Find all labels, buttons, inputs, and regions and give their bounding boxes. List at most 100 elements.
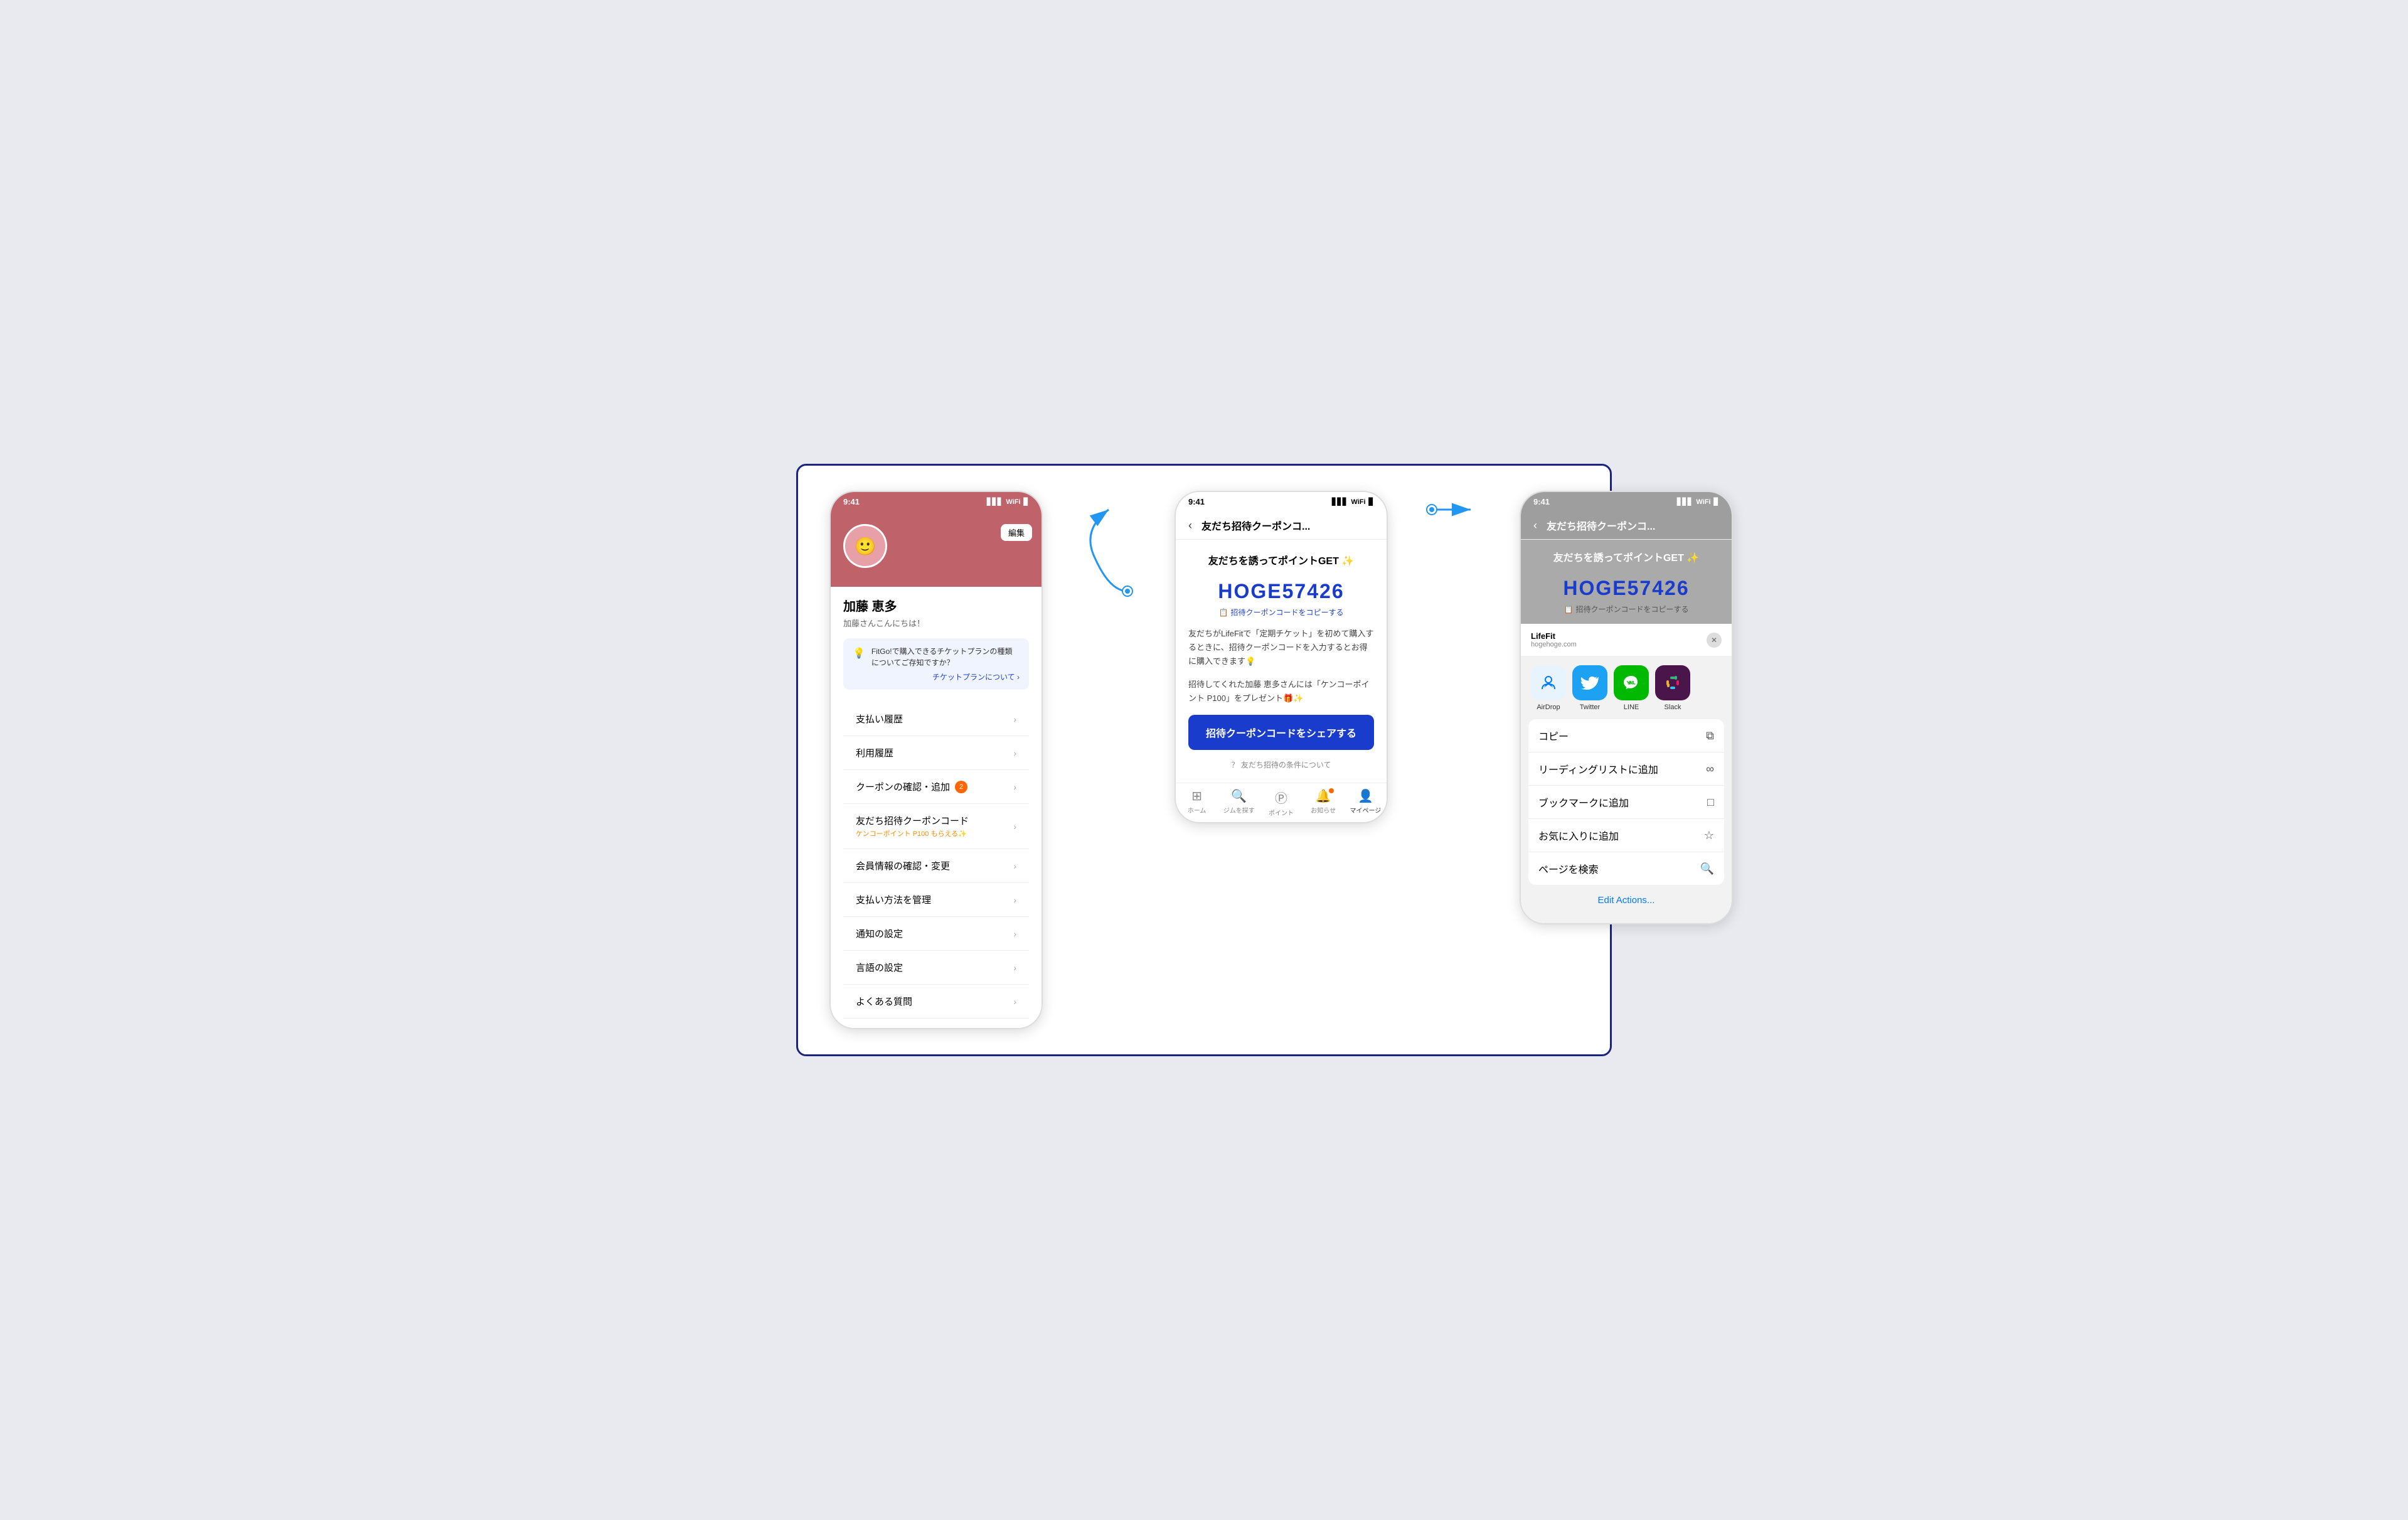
status-icons-3: ▋▋▋ WiFi ▊ xyxy=(1677,498,1719,506)
points-icon-2: Ⓟ xyxy=(1275,788,1287,806)
copy-link-3: 📋 招待クーポンコードをコピーする xyxy=(1533,604,1719,614)
menu-label-usage-history: 利用履歴 xyxy=(856,746,893,759)
arrow1-svg xyxy=(1080,491,1137,616)
tab-gym-label-2: ジムを探す xyxy=(1223,805,1255,815)
condition-icon-2: ？ xyxy=(1231,761,1239,769)
share-button-2[interactable]: 招待クーポンコードをシェアする xyxy=(1188,715,1374,750)
slack-icon xyxy=(1655,665,1690,700)
tab-gym-2[interactable]: 🔍 ジムを探す xyxy=(1218,788,1260,817)
chevron-icon-8: › xyxy=(1013,963,1016,973)
gym-icon-2: 🔍 xyxy=(1231,788,1247,804)
menu-item-usage-history[interactable]: 利用履歴 › xyxy=(843,736,1029,770)
menu-item-notifications[interactable]: 通知の設定 › xyxy=(843,917,1029,951)
sheet-app-url: hogehoge.com xyxy=(1531,641,1577,648)
twitter-label: Twitter xyxy=(1580,704,1600,711)
condition-text-2: 友だち招待の条件について xyxy=(1241,761,1331,769)
copy-icon-2: 📋 xyxy=(1219,608,1228,617)
screen3-content-area: 友だちを誘ってポイントGET ✨ HOGE57426 📋 招待クーポンコードをコ… xyxy=(1521,540,1732,624)
back-button-2[interactable]: ‹ xyxy=(1188,519,1192,532)
action-bookmark[interactable]: ブックマークに追加 □ xyxy=(1528,786,1724,819)
tip-content: FitGo!で購入できるチケットプランの種類についてご存知ですか？ チケットプラ… xyxy=(871,646,1020,682)
dimmed-coupon-area: 友だちを誘ってポイントGET ✨ HOGE57426 📋 招待クーポンコードをコ… xyxy=(1521,540,1732,624)
chevron-icon-3: › xyxy=(1013,782,1016,792)
notifications-label: 通知の設定 xyxy=(856,927,903,940)
profile-body: 加藤 恵多 加藤さんこんにちは！ 💡 FitGo!で購入できるチケットプランの種… xyxy=(831,587,1042,1028)
action-favorites[interactable]: お気に入りに追加 ☆ xyxy=(1528,819,1724,852)
menu-item-friend-coupon[interactable]: 友だち招待クーポンコード ケンコーポイント P100 もらえる✨ › xyxy=(843,804,1029,849)
arrow1-area xyxy=(1080,491,1137,616)
battery-icon-1: ▊ xyxy=(1024,498,1029,506)
coupon-desc1-2: 友だちがLifeFitで「定期チケット」を初めて購入するときに、招待クーポンコー… xyxy=(1188,627,1374,668)
edit-button[interactable]: 編集 xyxy=(1001,524,1032,541)
tip-link[interactable]: チケットプランについて › xyxy=(871,672,1020,682)
friend-condition-2[interactable]: ？ 友だち招待の条件について xyxy=(1188,759,1374,770)
chevron-icon-5: › xyxy=(1013,861,1016,871)
nav-bar-2: ‹ 友だち招待クーポンコ... xyxy=(1176,511,1387,540)
tab-news-2[interactable]: 🔔 お知らせ xyxy=(1303,788,1345,817)
twitter-icon xyxy=(1572,665,1607,700)
status-icons-1: ▋▋▋ WiFi ▊ xyxy=(987,498,1029,506)
menu-item-faq[interactable]: よくある質問 › xyxy=(843,985,1029,1019)
coupon-code-box-2: HOGE57426 📋 招待クーポンコードをコピーする xyxy=(1188,580,1374,618)
battery-icon-2: ▊ xyxy=(1369,498,1374,506)
action-reading-list-label: リーディングリストに追加 xyxy=(1538,761,1658,776)
tip-box: 💡 FitGo!で購入できるチケットプランの種類についてご存知ですか？ チケット… xyxy=(843,638,1029,690)
time-3: 9:41 xyxy=(1533,497,1550,506)
arrow2-area xyxy=(1425,491,1482,528)
copy-link-2[interactable]: 📋 招待クーポンコードをコピーする xyxy=(1188,607,1374,618)
airdrop-icon xyxy=(1531,665,1566,700)
chevron-icon-2: › xyxy=(1013,748,1016,758)
menu-item-member-info[interactable]: 会員情報の確認・変更 › xyxy=(843,849,1029,883)
wifi-icon-2: WiFi xyxy=(1351,498,1365,506)
share-app-airdrop[interactable]: AirDrop xyxy=(1531,665,1566,711)
tab-points-2[interactable]: Ⓟ ポイント xyxy=(1260,788,1302,817)
tab-mypage-2[interactable]: 👤 マイページ xyxy=(1345,788,1387,817)
tab-home-2[interactable]: ⊞ ホーム xyxy=(1176,788,1218,817)
nav-title-2: 友だち招待クーポンコ... xyxy=(1201,518,1310,533)
line-icon xyxy=(1614,665,1649,700)
status-bar-1: 9:41 ▋▋▋ WiFi ▊ xyxy=(831,492,1042,511)
share-app-twitter[interactable]: Twitter xyxy=(1572,665,1607,711)
menu-item-payment-method[interactable]: 支払い方法を管理 › xyxy=(843,883,1029,917)
signal-icon-2: ▋▋▋ xyxy=(1332,498,1348,506)
action-search-page[interactable]: ページを検索 🔍 xyxy=(1528,852,1724,885)
share-app-slack[interactable]: Slack xyxy=(1655,665,1690,711)
nav-bar-3: ‹ 友だち招待クーポンコ... xyxy=(1521,511,1732,540)
nav-title-3: 友だち招待クーポンコ... xyxy=(1547,518,1655,533)
copy-text-3: 招待クーポンコードをコピーする xyxy=(1575,604,1688,614)
share-app-line[interactable]: LINE xyxy=(1614,665,1649,711)
menu-item-language[interactable]: 言語の設定 › xyxy=(843,951,1029,985)
chevron-icon-7: › xyxy=(1013,929,1016,939)
edit-actions-link[interactable]: Edit Actions... xyxy=(1521,890,1732,911)
wifi-icon-3: WiFi xyxy=(1696,498,1710,506)
sheet-actions: コピー ⧉ リーディングリストに追加 ∞ ブックマークに追加 □ お気に入りに追… xyxy=(1528,719,1724,885)
avatar: 🙂 xyxy=(843,524,887,568)
coupon-headline-3: 友だちを誘ってポイントGET ✨ xyxy=(1533,549,1719,564)
menu-item-coupon[interactable]: クーポンの確認・追加 2 › xyxy=(843,770,1029,804)
back-button-3[interactable]: ‹ xyxy=(1533,519,1537,532)
home-icon-2: ⊞ xyxy=(1191,788,1202,804)
action-copy[interactable]: コピー ⧉ xyxy=(1528,719,1724,752)
menu-list: 支払い履歴 › 利用履歴 › クーポンの確認・追加 2 › 友だち招待クー xyxy=(843,702,1029,1019)
glasses-action-icon: ∞ xyxy=(1706,763,1714,776)
notification-dot-2 xyxy=(1329,788,1334,793)
coupon-badge: 2 xyxy=(955,781,967,793)
time-1: 9:41 xyxy=(843,497,860,506)
status-bar-2: 9:41 ▋▋▋ WiFi ▊ xyxy=(1176,492,1387,511)
share-sheet: LifeFit hogehoge.com ✕ Ai xyxy=(1521,624,1732,923)
action-reading-list[interactable]: リーディングリストに追加 ∞ xyxy=(1528,752,1724,786)
menu-label-payment-history: 支払い履歴 xyxy=(856,712,903,725)
signal-icon-1: ▋▋▋ xyxy=(987,498,1003,506)
tip-icon: 💡 xyxy=(853,647,865,660)
member-info-label: 会員情報の確認・変更 xyxy=(856,859,950,872)
slack-label: Slack xyxy=(1665,704,1681,711)
profile-greeting: 加藤さんこんにちは！ xyxy=(843,617,1029,629)
action-bookmark-label: ブックマークに追加 xyxy=(1538,795,1629,810)
sheet-close-button[interactable]: ✕ xyxy=(1707,633,1722,648)
tab-news-label-2: お知らせ xyxy=(1311,805,1336,815)
menu-item-payment-history[interactable]: 支払い履歴 › xyxy=(843,702,1029,736)
sheet-app-info: LifeFit hogehoge.com xyxy=(1531,631,1577,648)
friend-coupon-sub: ケンコーポイント P100 もらえる✨ xyxy=(856,828,969,838)
coupon-headline-2: 友だちを誘ってポイントGET ✨ xyxy=(1188,552,1374,567)
chevron-icon-9: › xyxy=(1013,997,1016,1007)
